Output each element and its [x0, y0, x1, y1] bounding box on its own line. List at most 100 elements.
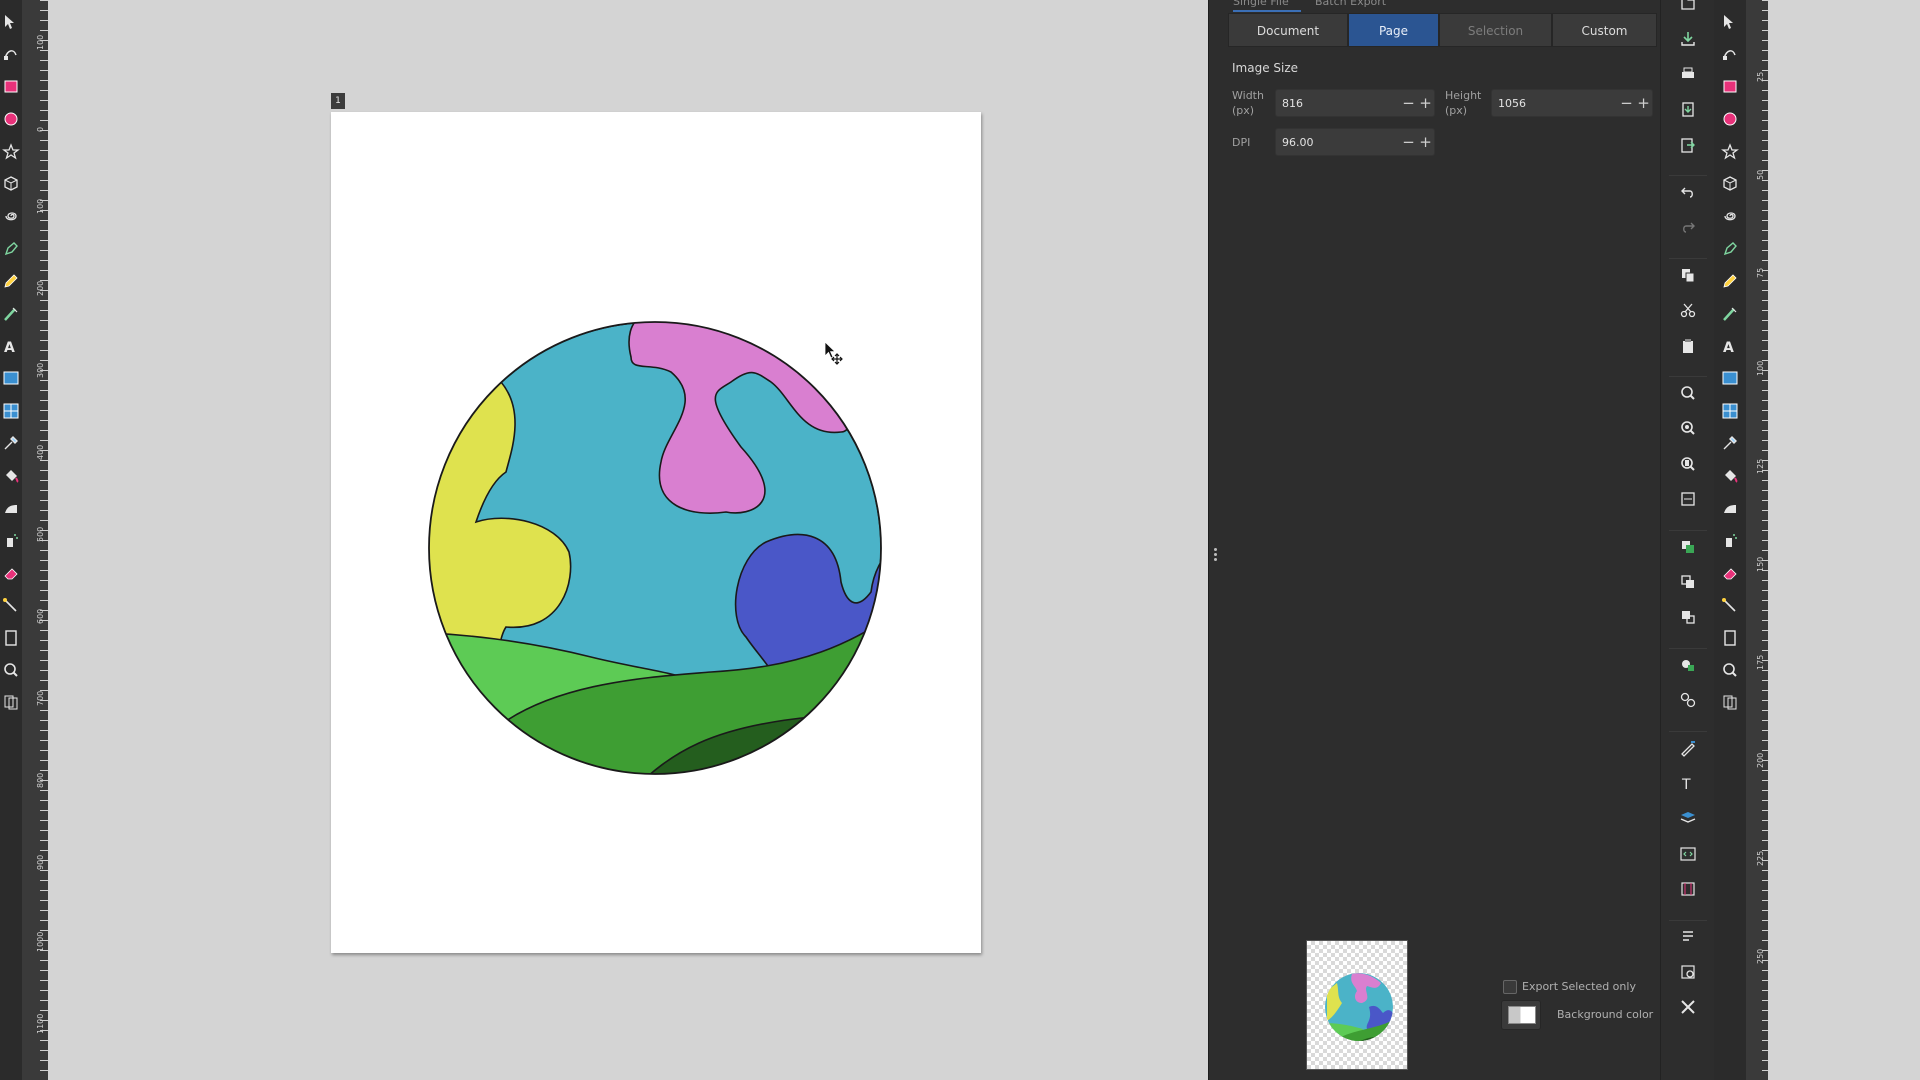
secondary-star-icon[interactable] [1721, 142, 1739, 161]
import-icon[interactable] [1679, 100, 1697, 118]
group-icon[interactable] [1679, 656, 1697, 674]
document-properties-icon[interactable] [1679, 928, 1697, 946]
secondary-connector-icon[interactable] [1721, 596, 1739, 614]
panel-splitter[interactable] [1208, 0, 1224, 1080]
canvas-area[interactable]: 1 [48, 0, 1208, 1080]
dpi-decrement-button[interactable]: − [1400, 129, 1417, 155]
mesh-icon[interactable] [2, 402, 20, 420]
export-selected-only-checkbox[interactable] [1503, 980, 1517, 994]
secondary-pen-icon[interactable] [1721, 240, 1739, 258]
xml-editor-icon[interactable] [1679, 845, 1697, 863]
width-value[interactable]: 816 [1276, 97, 1400, 110]
ellipse-icon[interactable] [2, 110, 20, 128]
connector-icon[interactable] [2, 596, 20, 614]
secondary-selector-icon[interactable] [1721, 13, 1739, 31]
preferences-icon[interactable] [1679, 963, 1697, 981]
globe-artwork[interactable] [331, 112, 981, 953]
secondary-zoom-icon[interactable] [1721, 661, 1739, 679]
save-icon[interactable] [1679, 29, 1697, 47]
print-icon[interactable] [1679, 65, 1697, 83]
secondary-paint-bucket-icon[interactable] [1721, 467, 1739, 485]
secondary-pencil-icon[interactable] [1721, 272, 1739, 290]
spray-icon[interactable] [2, 531, 20, 549]
secondary-spiral-icon[interactable] [1721, 207, 1739, 225]
dpi-increment-button[interactable]: + [1417, 129, 1434, 155]
export-icon[interactable] [1679, 136, 1697, 154]
dropper-icon[interactable] [2, 434, 20, 452]
secondary-gradient-icon[interactable] [1721, 369, 1739, 387]
node-icon[interactable] [2, 45, 20, 63]
undo-icon[interactable] [1679, 183, 1697, 201]
pen-icon[interactable] [2, 240, 20, 258]
height-increment-button[interactable]: + [1635, 90, 1652, 116]
secondary-text-icon[interactable]: A [1721, 337, 1739, 355]
width-decrement-button[interactable]: − [1400, 90, 1417, 116]
tweak-icon[interactable] [2, 499, 20, 517]
tools-icon[interactable] [1679, 998, 1697, 1016]
star-icon[interactable] [2, 142, 20, 161]
secondary-vertical-ruler[interactable]: 25 50 75 100 125 150 175 200 225 250 [1746, 0, 1768, 1080]
area-custom-button[interactable]: Custom [1552, 13, 1657, 47]
area-page-button[interactable]: Page [1348, 13, 1439, 47]
selector-icon[interactable] [2, 13, 20, 31]
zoom-drawing-icon[interactable] [1679, 419, 1697, 437]
background-color-button[interactable] [1501, 1000, 1541, 1030]
export-selected-only-label[interactable]: Export Selected only [1522, 980, 1636, 993]
unlink-clone-icon[interactable] [1679, 608, 1697, 626]
width-increment-button[interactable]: + [1417, 90, 1434, 116]
area-selection-button[interactable]: Selection [1439, 13, 1552, 47]
secondary-rectangle-icon[interactable] [1721, 78, 1739, 96]
dpi-value[interactable]: 96.00 [1276, 136, 1400, 149]
layers-icon[interactable] [1679, 809, 1697, 827]
tab-single-file[interactable]: Single File [1233, 0, 1289, 8]
ruler-label: 300 [36, 362, 45, 378]
text-icon[interactable]: A [2, 337, 20, 355]
secondary-measure-icon[interactable] [1721, 693, 1739, 711]
secondary-mesh-icon[interactable] [1721, 402, 1739, 420]
calligraphy-icon[interactable] [2, 305, 20, 323]
paste-icon[interactable] [1679, 337, 1697, 355]
zoom-icon[interactable] [2, 661, 20, 679]
redo-icon[interactable] [1679, 218, 1697, 236]
cut-icon[interactable] [1679, 301, 1697, 319]
zoom-page-width-icon[interactable] [1679, 490, 1697, 508]
gradient-icon[interactable] [2, 369, 20, 387]
secondary-calligraphy-icon[interactable] [1721, 305, 1739, 323]
secondary-dropper-icon[interactable] [1721, 434, 1739, 452]
area-document-button[interactable]: Document [1228, 13, 1348, 47]
pages-icon[interactable] [2, 629, 20, 647]
text-font-icon[interactable]: T [1679, 774, 1697, 792]
secondary-ellipse-icon[interactable] [1721, 110, 1739, 128]
copy-icon[interactable] [1679, 266, 1697, 284]
secondary-node-icon[interactable] [1721, 45, 1739, 63]
vertical-ruler[interactable]: 100 0 100 200 300 400 500 600 700 800 900 1000 1100 [22, 0, 48, 1080]
dpi-spinbox[interactable]: 96.00 − + [1275, 128, 1435, 156]
secondary-box3d-icon[interactable] [1721, 175, 1739, 193]
secondary-eraser-icon[interactable] [1721, 564, 1739, 582]
rectangle-icon[interactable] [2, 78, 20, 96]
page[interactable] [331, 112, 981, 953]
box3d-icon[interactable] [2, 175, 20, 193]
open-icon[interactable] [1679, 0, 1697, 12]
secondary-tweak-icon[interactable] [1721, 499, 1739, 517]
splitter-grip-icon[interactable] [1214, 548, 1218, 562]
zoom-page-icon[interactable] [1679, 455, 1697, 473]
tab-batch-export[interactable]: Batch Export [1315, 0, 1386, 8]
spiral-icon[interactable] [2, 207, 20, 225]
zoom-selection-icon[interactable] [1679, 384, 1697, 402]
width-spinbox[interactable]: 816 − + [1275, 89, 1435, 117]
secondary-pages-icon[interactable] [1721, 629, 1739, 647]
fill-stroke-icon[interactable] [1679, 739, 1697, 757]
measure-icon[interactable] [2, 693, 20, 711]
height-decrement-button[interactable]: − [1618, 90, 1635, 116]
duplicate-icon[interactable] [1679, 538, 1697, 556]
height-value[interactable]: 1056 [1492, 97, 1618, 110]
ungroup-icon[interactable] [1679, 691, 1697, 709]
align-icon[interactable] [1679, 880, 1697, 898]
height-spinbox[interactable]: 1056 − + [1491, 89, 1653, 117]
secondary-spray-icon[interactable] [1721, 531, 1739, 549]
pencil-icon[interactable] [2, 272, 20, 290]
paint-bucket-icon[interactable] [2, 467, 20, 485]
clone-icon[interactable] [1679, 573, 1697, 591]
eraser-icon[interactable] [2, 564, 20, 582]
